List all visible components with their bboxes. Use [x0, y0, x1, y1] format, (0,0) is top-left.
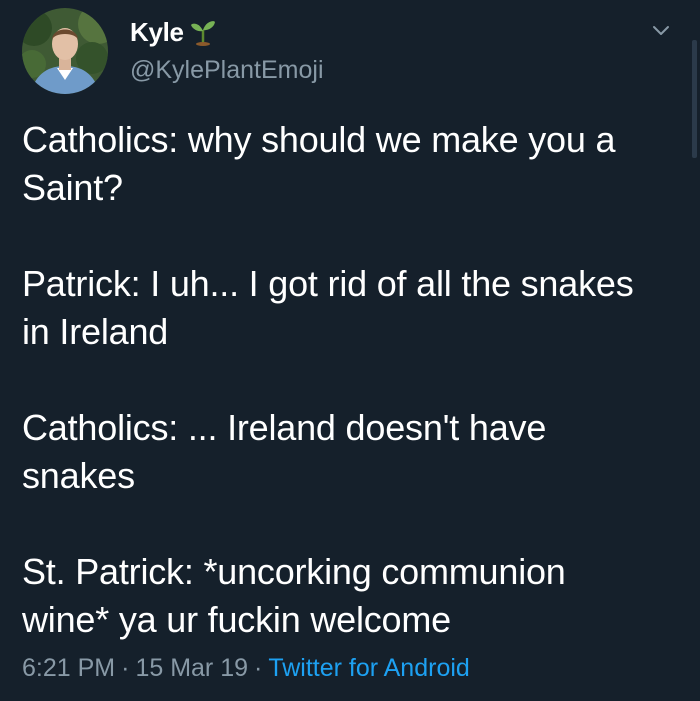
avatar[interactable] [22, 8, 108, 94]
tweet-source-link[interactable]: Twitter for Android [268, 654, 469, 682]
tweet-date[interactable]: 15 Mar 19 [135, 654, 248, 682]
tweet-paragraph: St. Patrick: *uncorking communion wine* … [22, 551, 566, 640]
meta-separator: · [121, 654, 130, 682]
user-name-row[interactable]: Kyle [130, 15, 216, 49]
chevron-down-icon[interactable] [651, 24, 671, 38]
tweet-paragraph: Catholics: ... Ireland doesn't have snak… [22, 407, 547, 496]
seedling-icon [190, 18, 216, 46]
tweet-paragraph: Patrick: I uh... I got rid of all the sn… [22, 263, 634, 352]
meta-separator: · [254, 654, 263, 682]
tweet-time[interactable]: 6:21 PM [22, 654, 115, 682]
tweet-text: Catholics: why should we make you a Sain… [22, 116, 682, 644]
tweet-paragraph: Catholics: why should we make you a Sain… [22, 119, 616, 208]
scrollbar[interactable] [692, 40, 697, 158]
tweet-meta: 6:21 PM · 15 Mar 19 · Twitter for Android [22, 654, 470, 683]
tweet-card: Kyle @KylePlantEmoji Catholics: why shou… [0, 0, 700, 701]
user-handle[interactable]: @KylePlantEmoji [130, 56, 324, 85]
display-name[interactable]: Kyle [130, 17, 184, 48]
